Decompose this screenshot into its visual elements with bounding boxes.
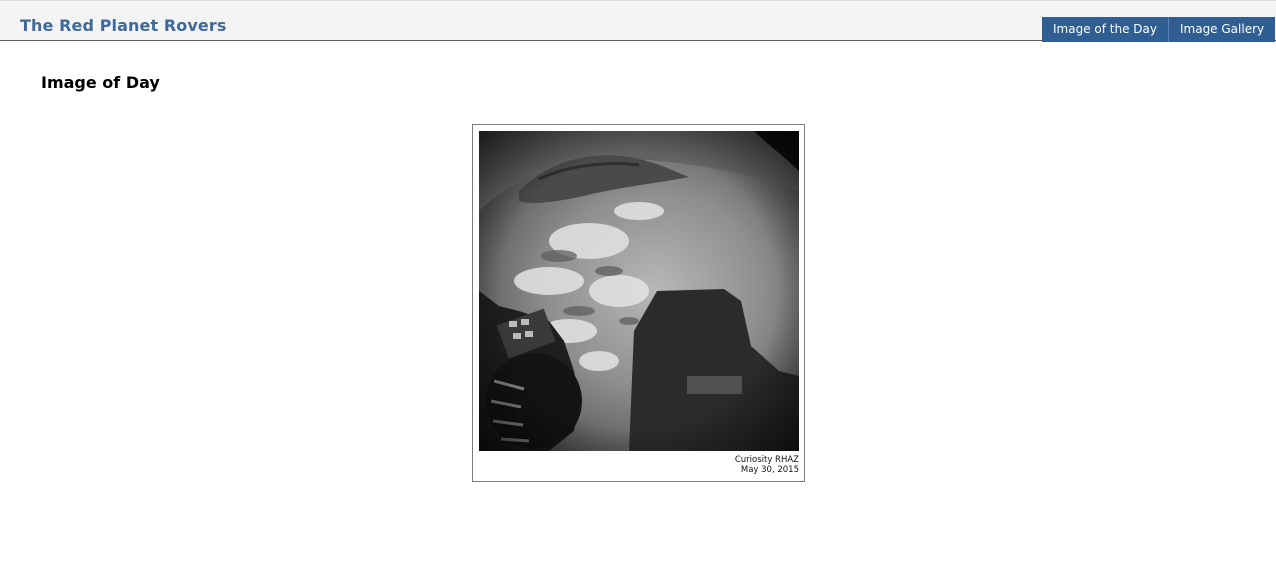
caption-camera: Curiosity RHAZ <box>734 455 799 465</box>
photo-caption: Curiosity RHAZ May 30, 2015 <box>735 455 799 475</box>
main-nav: Image of the Day Image Gallery <box>1042 17 1276 42</box>
site-title[interactable]: The Red Planet Rovers <box>20 16 227 36</box>
caption-date: May 30, 2015 <box>740 465 799 475</box>
photo-card: Curiosity RHAZ May 30, 2015 <box>472 124 805 482</box>
photo-image <box>479 131 799 451</box>
mars-rover-hazcam-photo[interactable] <box>479 131 799 451</box>
nav-image-of-the-day[interactable]: Image of the Day <box>1042 17 1168 42</box>
site-header: The Red Planet Rovers Image of the Day I… <box>0 0 1276 42</box>
page-title: Image of Day <box>41 73 160 92</box>
nav-image-gallery[interactable]: Image Gallery <box>1167 17 1276 42</box>
